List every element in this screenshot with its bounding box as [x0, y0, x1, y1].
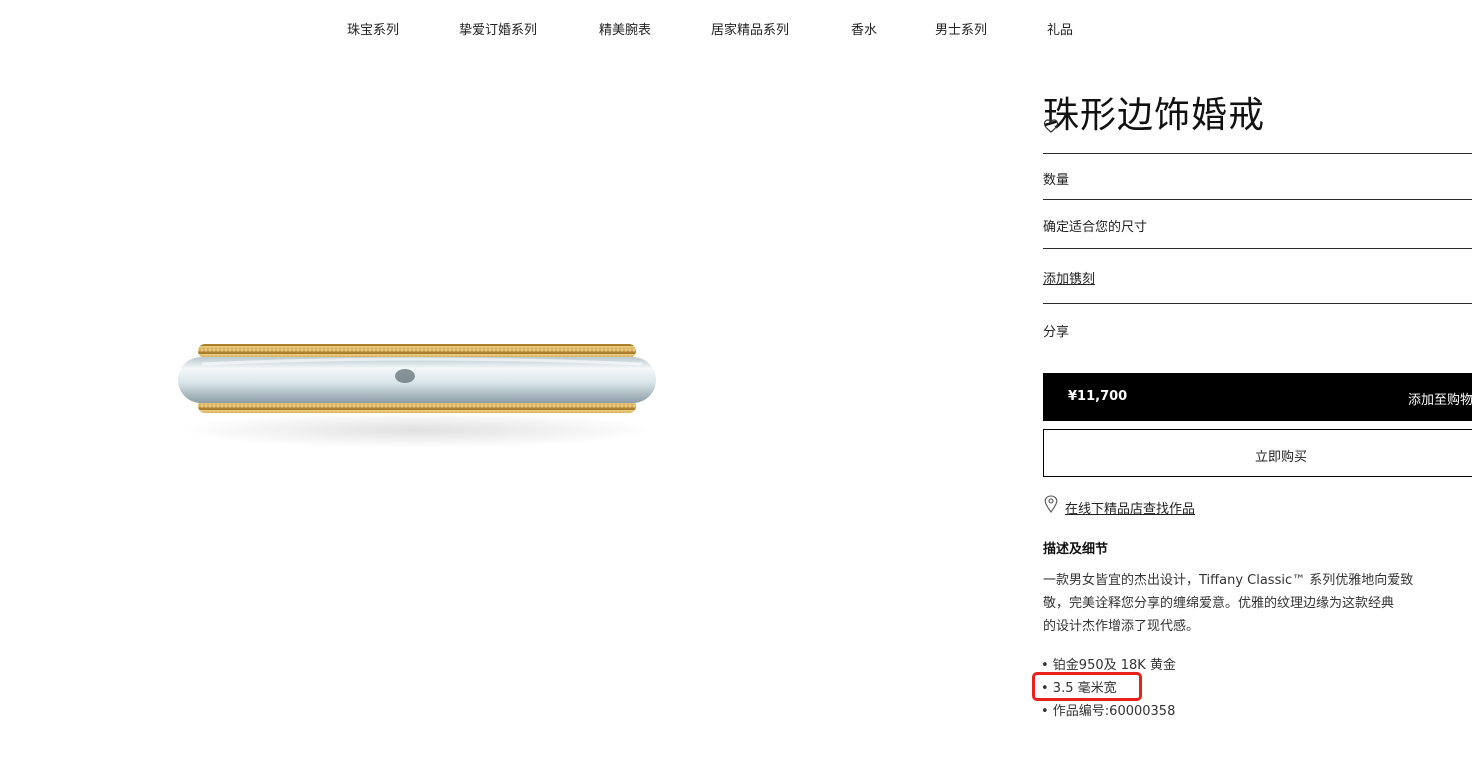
divider: [1043, 248, 1472, 249]
nav-item-jewelry[interactable]: 珠宝系列: [347, 19, 399, 38]
description-line: 敬，完美诠释您分享的缠绵爱意。优雅的纹理边缘为这款经典: [1043, 596, 1395, 611]
divider: [1043, 199, 1472, 200]
nav-item-engagement[interactable]: 挚爱订婚系列: [459, 19, 537, 38]
nav-item-men[interactable]: 男士系列: [935, 19, 987, 38]
nav-item-home[interactable]: 居家精品系列: [711, 19, 789, 38]
heart-outline-icon[interactable]: [1043, 118, 1059, 134]
description-line: 一款男女皆宜的杰出设计，Tiffany Classic™ 系列优雅地向爱致: [1043, 573, 1414, 588]
nav-item-gifts[interactable]: 礼品: [1047, 19, 1073, 38]
product-image: [172, 330, 664, 460]
buy-now-button[interactable]: 立即购买: [1043, 429, 1472, 477]
divider: [1043, 303, 1472, 304]
map-pin-icon: [1044, 495, 1058, 513]
add-to-cart-label: 添加至购物: [1408, 393, 1472, 408]
product-page: 珠宝系列 挚爱订婚系列 精美腕表 居家精品系列 香水 男士系列 礼品 珠形边饰婚…: [0, 0, 1472, 758]
size-guide-label[interactable]: 确定适合您的尺寸: [1043, 216, 1147, 235]
quantity-label[interactable]: 数量: [1043, 169, 1069, 188]
description-heading: 描述及细节: [1043, 542, 1109, 557]
highlight-annotation: [1032, 672, 1142, 701]
price: ¥11,700: [1068, 389, 1128, 404]
product-title: 珠形边饰婚戒: [1043, 95, 1266, 137]
add-to-cart-button[interactable]: ¥11,700 添加至购物: [1043, 373, 1472, 421]
spec-material: • 铂金950及 18K 黄金: [1041, 658, 1176, 673]
top-navigation: 珠宝系列 挚爱订婚系列 精美腕表 居家精品系列 香水 男士系列 礼品: [0, 19, 1472, 39]
share-label[interactable]: 分享: [1043, 321, 1069, 340]
spec-item-number: • 作品编号:60000358: [1041, 704, 1176, 719]
add-engraving-link[interactable]: 添加镌刻: [1043, 268, 1095, 287]
nav-item-fragrance[interactable]: 香水: [851, 19, 877, 38]
description-line: 的设计杰作增添了现代感。: [1043, 619, 1200, 634]
divider: [1043, 153, 1472, 154]
buy-now-label: 立即购买: [1254, 450, 1307, 465]
nav-item-watches[interactable]: 精美腕表: [599, 19, 651, 38]
find-in-store-link[interactable]: 在线下精品店查找作品: [1065, 498, 1195, 517]
